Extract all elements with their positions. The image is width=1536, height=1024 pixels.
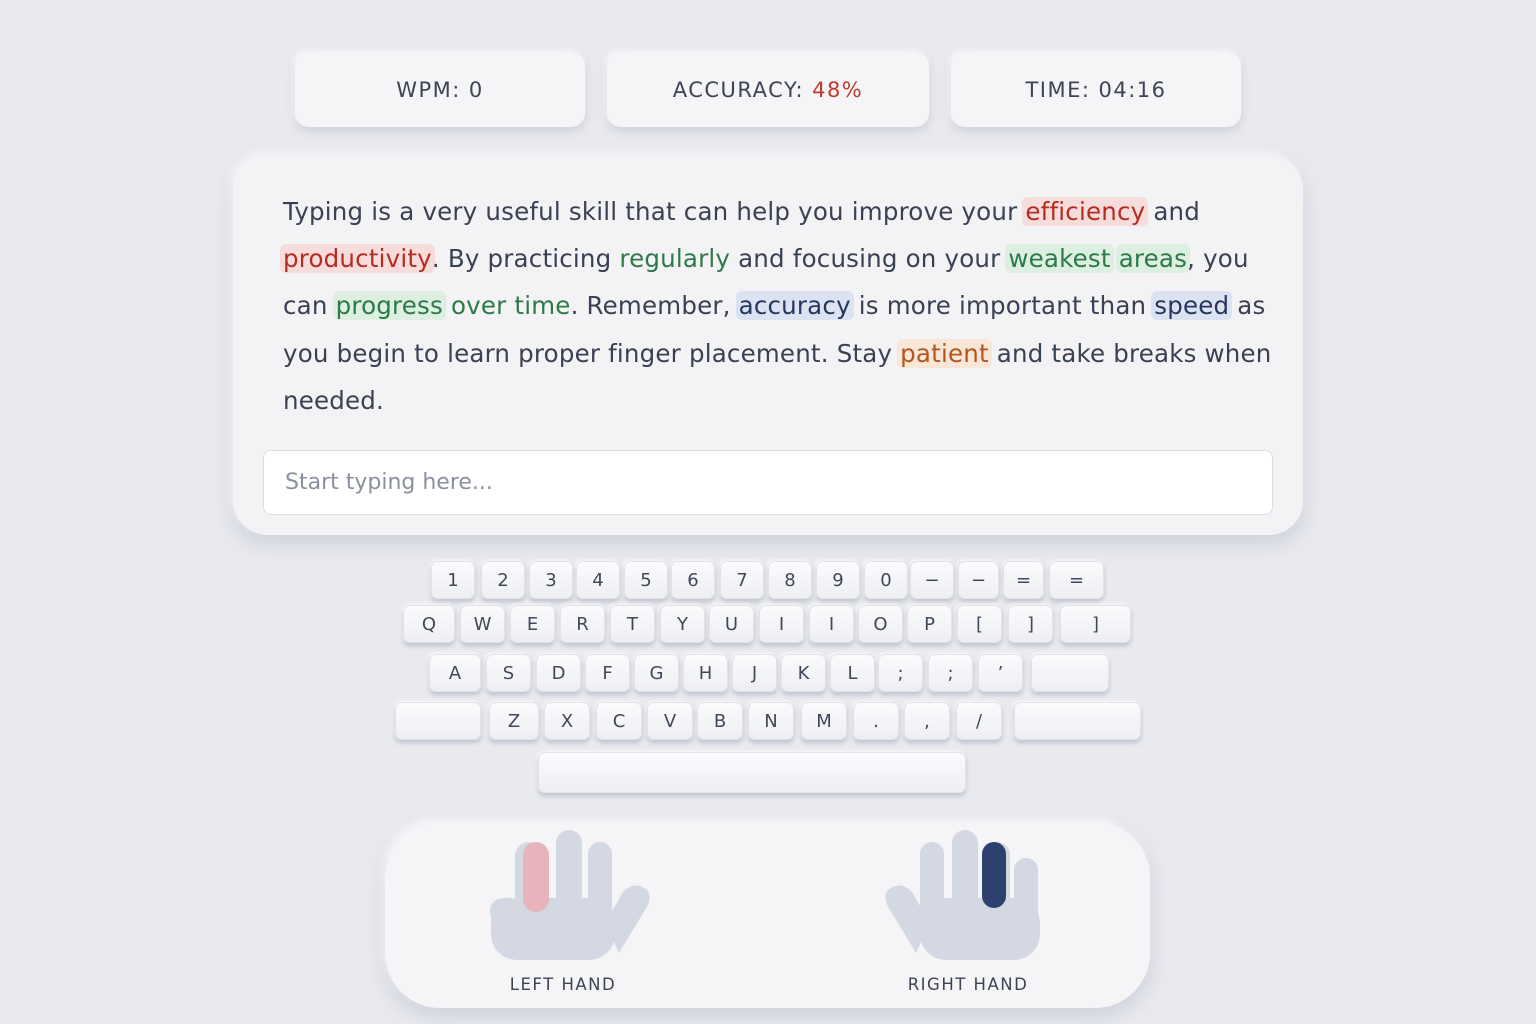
key-n[interactable]: N	[748, 702, 794, 740]
key-9[interactable]: 9	[816, 561, 860, 599]
key-e[interactable]: E	[510, 605, 555, 643]
first-word: Typing	[283, 197, 364, 226]
key-j[interactable]: J	[732, 654, 777, 692]
key-/[interactable]: /	[956, 702, 1002, 740]
key-[[interactable]: [	[957, 605, 1002, 643]
key-h[interactable]: H	[683, 654, 728, 692]
key-−[interactable]: −	[958, 561, 999, 599]
key-−[interactable]: −	[910, 561, 954, 599]
key-8[interactable]: 8	[768, 561, 812, 599]
passage-segment: . Remember,	[570, 291, 739, 321]
time-value: 04:16	[1098, 77, 1167, 102]
key-4[interactable]: 4	[576, 561, 620, 599]
key-modifier[interactable]	[1014, 702, 1141, 740]
key-o[interactable]: O	[858, 605, 903, 643]
key-2[interactable]: 2	[481, 561, 525, 599]
typing-input[interactable]	[263, 450, 1273, 515]
key-;[interactable]: ;	[928, 654, 973, 692]
key-=[interactable]: =	[1049, 561, 1104, 599]
highlighted-word-red: efficiency	[1022, 197, 1149, 226]
accuracy-value: 48%	[812, 77, 864, 102]
key-b[interactable]: B	[697, 702, 743, 740]
passage-segment: and	[1145, 197, 1201, 226]
key-u[interactable]: U	[709, 605, 754, 643]
highlighted-word-green: weakest	[1005, 244, 1114, 274]
key-v[interactable]: V	[647, 702, 693, 740]
key-i[interactable]: I	[759, 605, 804, 643]
key-=[interactable]: =	[1003, 561, 1044, 599]
key-c[interactable]: C	[596, 702, 642, 740]
wpm-value: 0	[468, 77, 484, 102]
key-k[interactable]: K	[781, 654, 826, 692]
hand-guide-panel: LEFT HAND RIGHT HAND	[385, 822, 1150, 1008]
highlighted-word-greentext: over time	[450, 291, 571, 321]
key-modifier[interactable]	[395, 702, 481, 740]
highlighted-word-blue: speed	[1151, 291, 1233, 321]
key-f[interactable]: F	[585, 654, 630, 692]
key-a[interactable]: A	[429, 654, 481, 692]
key-t[interactable]: T	[610, 605, 655, 643]
key-,[interactable]: ,	[904, 702, 950, 740]
accuracy-label: ACCURACY:	[672, 77, 805, 102]
key-’[interactable]: ’	[978, 654, 1023, 692]
key-w[interactable]: W	[460, 605, 505, 643]
key-modifier[interactable]	[1031, 654, 1109, 692]
wpm-stat: WPM: 0	[295, 52, 585, 127]
key-.[interactable]: .	[853, 702, 899, 740]
key-l[interactable]: L	[830, 654, 875, 692]
key-i[interactable]: I	[809, 605, 854, 643]
key-z[interactable]: Z	[489, 702, 539, 740]
typing-panel: Typing is a very useful skill that can h…	[233, 155, 1303, 535]
highlighted-word-red: productivity	[280, 244, 435, 274]
key-y[interactable]: Y	[660, 605, 705, 643]
right-active-finger	[982, 842, 1006, 908]
key-6[interactable]: 6	[671, 561, 715, 599]
key-q[interactable]: Q	[403, 605, 455, 643]
left-hand-label: LEFT HAND	[509, 975, 617, 994]
highlighted-word-green: areas	[1115, 244, 1191, 274]
left-hand-icon	[489, 830, 650, 960]
wpm-label: WPM:	[396, 77, 461, 102]
key-7[interactable]: 7	[720, 561, 764, 599]
key-r[interactable]: R	[560, 605, 605, 643]
highlighted-word-greentext: regularly	[619, 244, 731, 274]
highlighted-word-green: progress	[332, 291, 446, 321]
key-s[interactable]: S	[486, 654, 531, 692]
key-5[interactable]: 5	[624, 561, 668, 599]
key-p[interactable]: P	[907, 605, 952, 643]
key-0[interactable]: 0	[864, 561, 908, 599]
passage-segment: . By practicing	[431, 244, 620, 274]
key-3[interactable]: 3	[529, 561, 573, 599]
passage-text: Typing is a very useful skill that can h…	[280, 188, 1273, 424]
key-][interactable]: ]	[1060, 605, 1131, 643]
highlighted-word-orange: patient	[897, 338, 992, 368]
key-x[interactable]: X	[544, 702, 590, 740]
time-label: TIME:	[1025, 77, 1091, 102]
key-1[interactable]: 1	[431, 561, 475, 599]
key-][interactable]: ]	[1008, 605, 1053, 643]
key-d[interactable]: D	[536, 654, 581, 692]
passage-segment: and focusing on your	[730, 244, 1009, 274]
passage-segment: is a very useful skill that can help you…	[363, 197, 1026, 226]
key-m[interactable]: M	[801, 702, 847, 740]
time-stat: TIME: 04:16	[951, 52, 1241, 127]
right-hand-icon	[885, 830, 1040, 960]
key-space[interactable]	[538, 752, 966, 793]
right-hand-label: RIGHT HAND	[907, 975, 1029, 994]
left-active-finger	[523, 842, 549, 912]
passage-segment: is more important than	[850, 291, 1155, 321]
accuracy-stat: ACCURACY: 48%	[607, 52, 929, 127]
highlighted-word-blue: accuracy	[735, 291, 854, 321]
key-;[interactable]: ;	[878, 654, 923, 692]
key-g[interactable]: G	[634, 654, 679, 692]
